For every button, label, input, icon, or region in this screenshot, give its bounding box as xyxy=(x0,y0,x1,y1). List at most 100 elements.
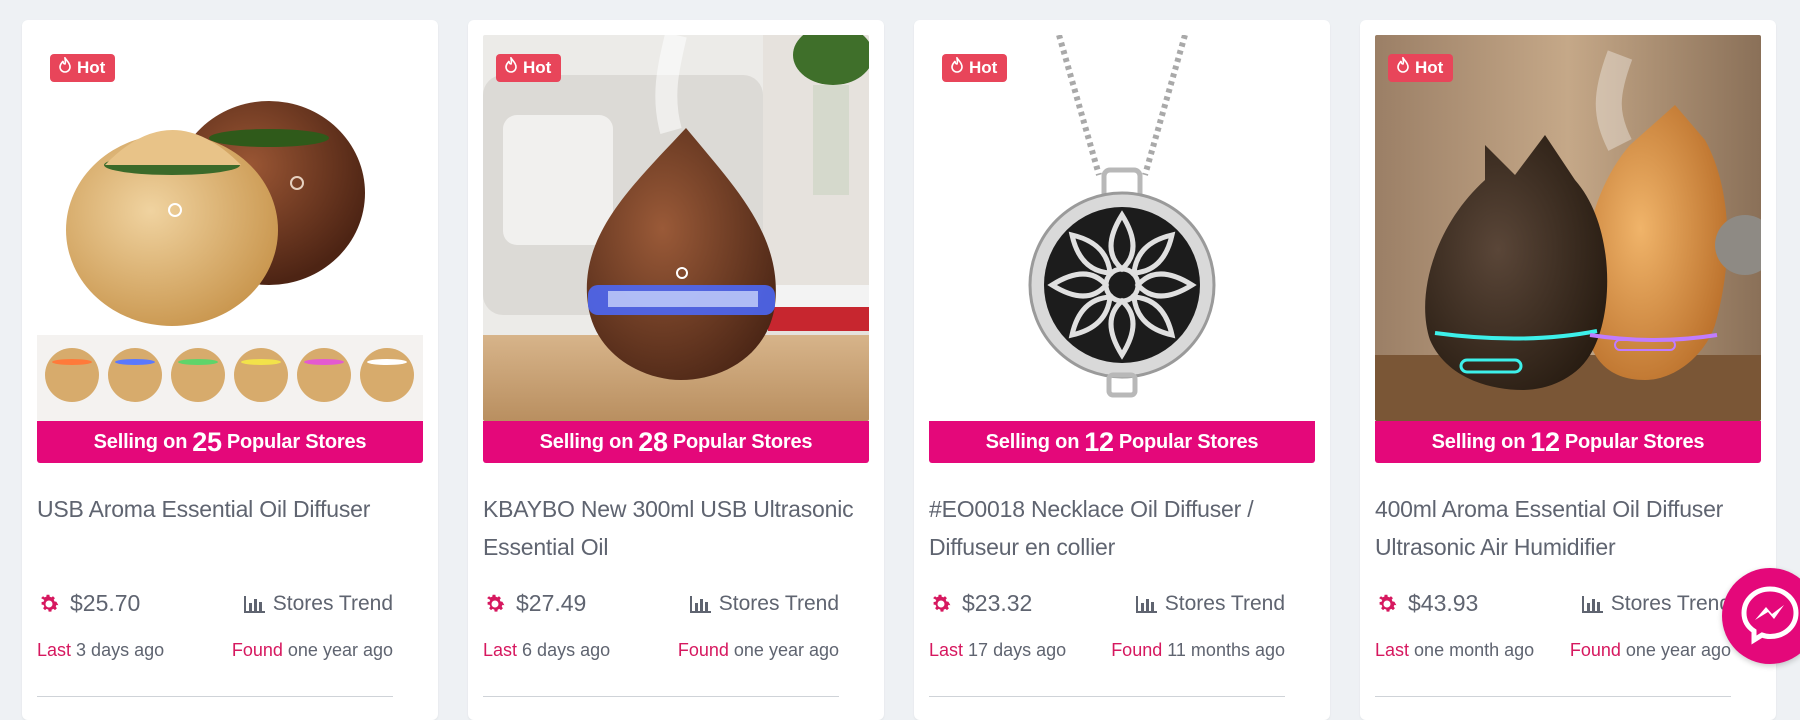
last-seen: Last 17 days ago xyxy=(929,640,1066,661)
divider xyxy=(37,696,393,697)
found-value: one year ago xyxy=(733,640,839,660)
hot-label: Hot xyxy=(1415,57,1444,77)
last-value: 6 days ago xyxy=(522,640,611,660)
dates-row: Last 3 days ago Found one year ago xyxy=(37,640,393,661)
product-card[interactable]: Hot xyxy=(22,20,438,720)
last-value: 17 days ago xyxy=(968,640,1067,660)
selling-prefix: Selling on xyxy=(539,430,634,453)
stores-trend-label: Stores Trend xyxy=(1610,591,1731,615)
last-label: Last xyxy=(483,640,518,660)
product-media[interactable]: Hot xyxy=(37,35,423,478)
price-value: $25.70 xyxy=(70,590,141,616)
product-card[interactable]: Hot xyxy=(468,20,884,720)
flame-icon xyxy=(950,55,964,78)
price: $43.93 xyxy=(1375,590,1478,617)
product-title[interactable]: #EO0018 Necklace Oil Diffuser / Diffuseu… xyxy=(929,490,1309,566)
stores-trend-link[interactable]: Stores Trend xyxy=(243,592,393,616)
price-row: $25.70 Stores Trend xyxy=(37,590,393,617)
product-card[interactable]: Hot xyxy=(914,20,1330,720)
first-found: Found one year ago xyxy=(1570,640,1731,661)
stores-trend-label: Stores Trend xyxy=(718,591,839,615)
selling-prefix: Selling on xyxy=(93,430,188,453)
dates-row: Last 6 days ago Found one year ago xyxy=(483,640,839,661)
gear-icon xyxy=(483,592,507,616)
gear-icon xyxy=(929,592,953,616)
store-count: 12 xyxy=(1084,426,1114,457)
found-label: Found xyxy=(231,640,283,660)
flame-icon xyxy=(504,55,518,78)
product-title[interactable]: USB Aroma Essential Oil Diffuser xyxy=(37,490,417,528)
first-found: Found one year ago xyxy=(678,640,839,661)
price: $25.70 xyxy=(37,590,140,617)
flame-icon xyxy=(58,55,72,78)
product-image[interactable] xyxy=(483,35,869,421)
found-value: one year ago xyxy=(1625,640,1731,660)
found-label: Found xyxy=(1111,640,1163,660)
selling-prefix: Selling on xyxy=(985,430,1080,453)
messenger-icon xyxy=(1739,583,1800,650)
price-row: $27.49 Stores Trend xyxy=(483,590,839,617)
last-seen: Last one month ago xyxy=(1375,640,1534,661)
first-found: Found 11 months ago xyxy=(1111,640,1285,661)
hot-badge: Hot xyxy=(50,54,116,82)
found-value: one year ago xyxy=(287,640,393,660)
product-image[interactable] xyxy=(37,35,423,421)
hot-label: Hot xyxy=(523,57,552,77)
product-title[interactable]: KBAYBO New 300ml USB Ultrasonic Essentia… xyxy=(483,490,863,566)
divider xyxy=(1375,696,1731,697)
hot-label: Hot xyxy=(969,57,998,77)
dates-row: Last 17 days ago Found 11 months ago xyxy=(929,640,1285,661)
selling-banner: Selling on 12 Popular Stores xyxy=(1375,421,1761,463)
selling-suffix: Popular Stores xyxy=(226,430,367,453)
last-value: 3 days ago xyxy=(76,640,165,660)
price: $27.49 xyxy=(483,590,586,617)
gear-icon xyxy=(37,592,61,616)
product-media[interactable]: Hot xyxy=(483,35,869,478)
found-value: 11 months ago xyxy=(1167,640,1285,660)
selling-banner: Selling on 28 Popular Stores xyxy=(483,421,869,463)
selling-suffix: Popular Stores xyxy=(1118,430,1259,453)
hot-badge: Hot xyxy=(1388,54,1454,82)
last-seen: Last 3 days ago xyxy=(37,640,164,661)
product-media[interactable]: Hot xyxy=(1375,35,1761,478)
hot-label: Hot xyxy=(77,57,106,77)
gear-icon xyxy=(1375,592,1399,616)
price: $23.32 xyxy=(929,590,1032,617)
hot-badge: Hot xyxy=(942,54,1008,82)
first-found: Found one year ago xyxy=(232,640,393,661)
stores-trend-link[interactable]: Stores Trend xyxy=(1581,592,1731,616)
stores-trend-label: Stores Trend xyxy=(1164,591,1285,615)
price-row: $43.93 Stores Trend xyxy=(1375,590,1731,617)
product-image[interactable] xyxy=(929,35,1315,421)
selling-banner: Selling on 25 Popular Stores xyxy=(37,421,423,463)
hot-badge: Hot xyxy=(496,54,562,82)
last-value: one month ago xyxy=(1414,640,1535,660)
stores-trend-link[interactable]: Stores Trend xyxy=(1135,592,1285,616)
flame-icon xyxy=(1396,55,1410,78)
found-label: Found xyxy=(677,640,729,660)
product-image[interactable] xyxy=(1375,35,1761,421)
bar-chart-icon xyxy=(1581,594,1604,614)
store-count: 25 xyxy=(192,426,222,457)
last-label: Last xyxy=(1375,640,1410,660)
stores-trend-label: Stores Trend xyxy=(272,591,393,615)
last-label: Last xyxy=(929,640,964,660)
divider xyxy=(483,696,839,697)
bar-chart-icon xyxy=(1135,594,1158,614)
selling-suffix: Popular Stores xyxy=(672,430,813,453)
stores-trend-link[interactable]: Stores Trend xyxy=(689,592,839,616)
selling-banner: Selling on 12 Popular Stores xyxy=(929,421,1315,463)
store-count: 12 xyxy=(1530,426,1560,457)
product-card[interactable]: Hot xyxy=(1360,20,1776,720)
found-label: Found xyxy=(1569,640,1621,660)
selling-prefix: Selling on xyxy=(1431,430,1526,453)
selling-suffix: Popular Stores xyxy=(1564,430,1705,453)
product-title[interactable]: 400ml Aroma Essential Oil Diffuser Ultra… xyxy=(1375,490,1755,566)
last-label: Last xyxy=(37,640,72,660)
price-value: $27.49 xyxy=(516,590,587,616)
price-value: $23.32 xyxy=(962,590,1033,616)
product-media[interactable]: Hot xyxy=(929,35,1315,478)
bar-chart-icon xyxy=(689,594,712,614)
dates-row: Last one month ago Found one year ago xyxy=(1375,640,1731,661)
last-seen: Last 6 days ago xyxy=(483,640,610,661)
